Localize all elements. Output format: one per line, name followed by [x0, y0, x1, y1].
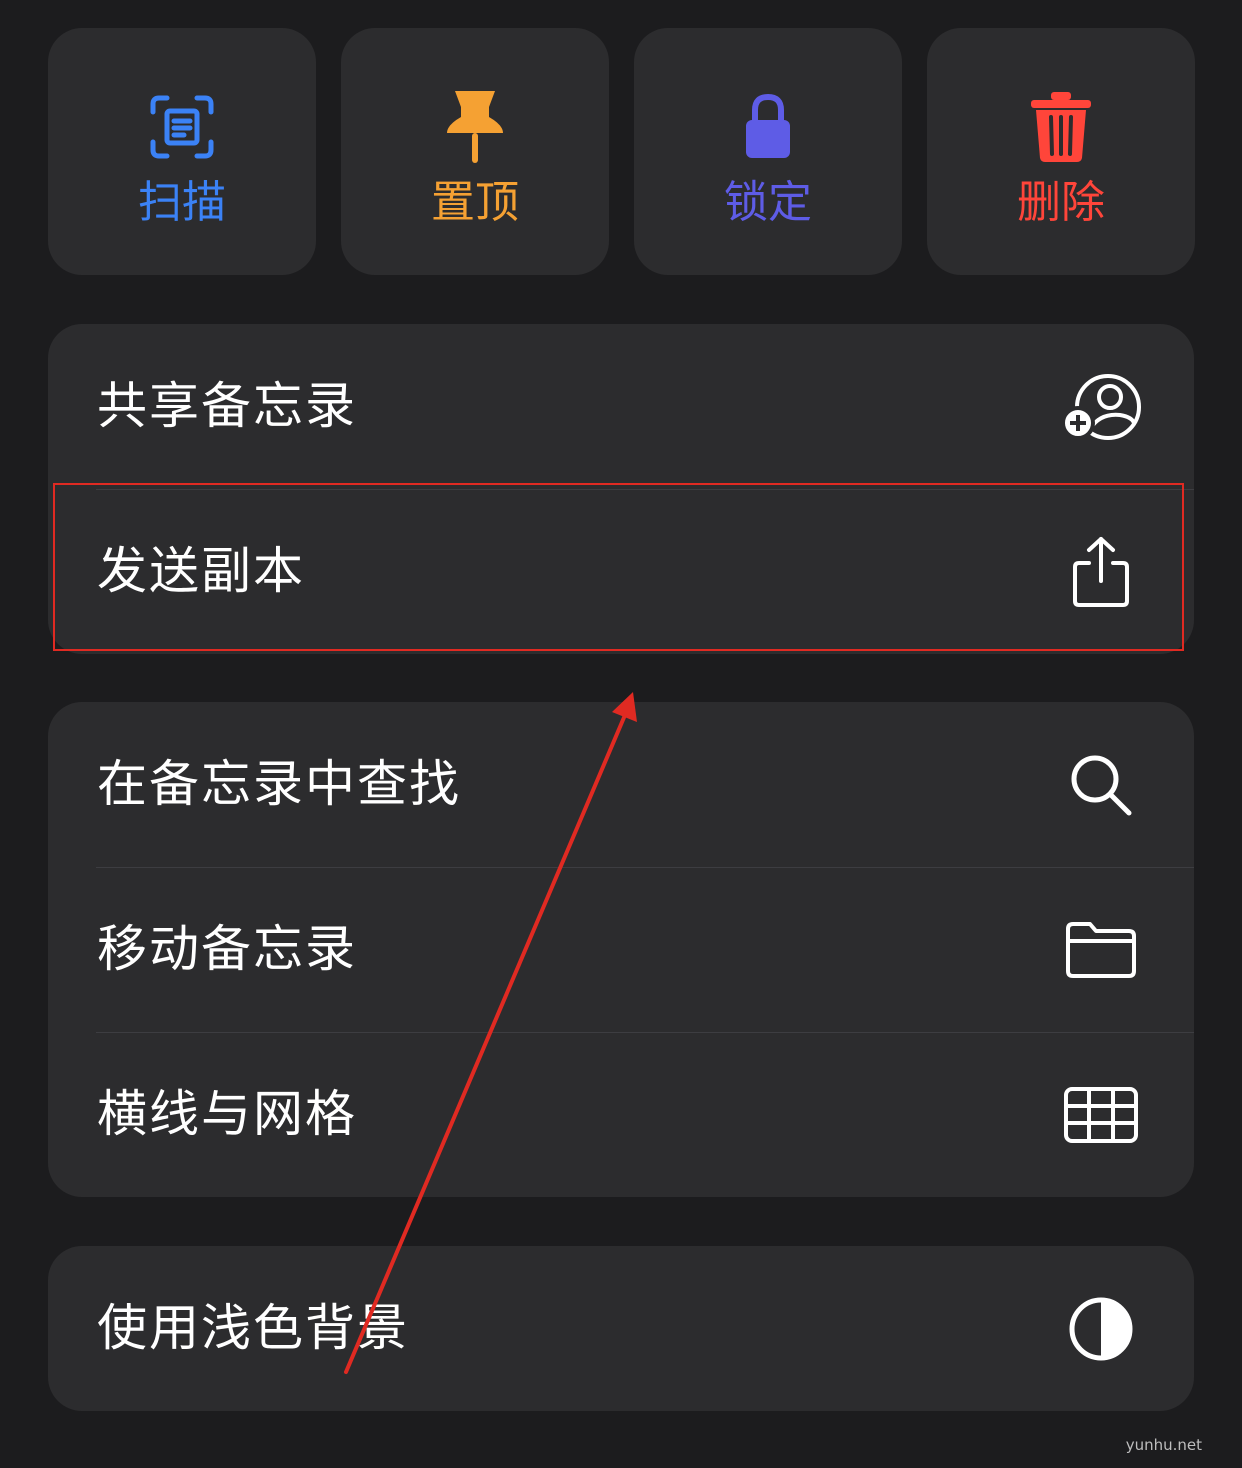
- pin-label: 置顶: [431, 177, 519, 228]
- menu-item-move-note[interactable]: 移动备忘录: [48, 867, 1194, 1032]
- lock-icon: [746, 93, 790, 158]
- scan-label: 扫描: [138, 177, 226, 228]
- menu-item-label: 共享备忘录: [97, 377, 357, 435]
- menu-group-share: 共享备忘录 发送副本: [48, 324, 1194, 654]
- pin-icon: [447, 91, 503, 163]
- half-circle-icon: [1069, 1297, 1133, 1360]
- lock-label: 锁定: [724, 177, 812, 228]
- quick-actions: 扫描 置顶 锁定 删除: [48, 28, 1195, 275]
- pin-button[interactable]: 置顶: [341, 28, 609, 275]
- watermark: yunhu.net: [1125, 1436, 1202, 1454]
- folder-icon: [1066, 921, 1136, 978]
- scan-icon: [150, 95, 214, 159]
- menu-group-tools: 在备忘录中查找 移动备忘录 横线与网格: [48, 702, 1194, 1197]
- menu-item-label: 在备忘录中查找: [97, 755, 461, 813]
- share-person-add-icon: [1061, 373, 1141, 440]
- delete-button[interactable]: 删除: [927, 28, 1195, 275]
- lock-button[interactable]: 锁定: [634, 28, 902, 275]
- menu-item-share-note[interactable]: 共享备忘录: [48, 324, 1194, 489]
- share-upload-icon: [1073, 536, 1129, 607]
- trash-icon: [1031, 92, 1091, 162]
- delete-label: 删除: [1017, 177, 1105, 228]
- menu-group-appearance: 使用浅色背景: [48, 1246, 1194, 1411]
- scan-button[interactable]: 扫描: [48, 28, 316, 275]
- menu-item-find-in-note[interactable]: 在备忘录中查找: [48, 702, 1194, 867]
- menu-item-label: 发送副本: [97, 542, 305, 600]
- grid-icon: [1064, 1086, 1138, 1143]
- menu-item-lines-grids[interactable]: 横线与网格: [48, 1032, 1194, 1197]
- menu-item-label: 横线与网格: [97, 1085, 357, 1143]
- menu-item-send-copy[interactable]: 发送副本: [48, 489, 1194, 654]
- menu-item-light-background[interactable]: 使用浅色背景: [48, 1246, 1194, 1411]
- menu-item-label: 使用浅色背景: [97, 1299, 409, 1357]
- search-icon: [1071, 755, 1132, 815]
- menu-item-label: 移动备忘录: [97, 920, 357, 978]
